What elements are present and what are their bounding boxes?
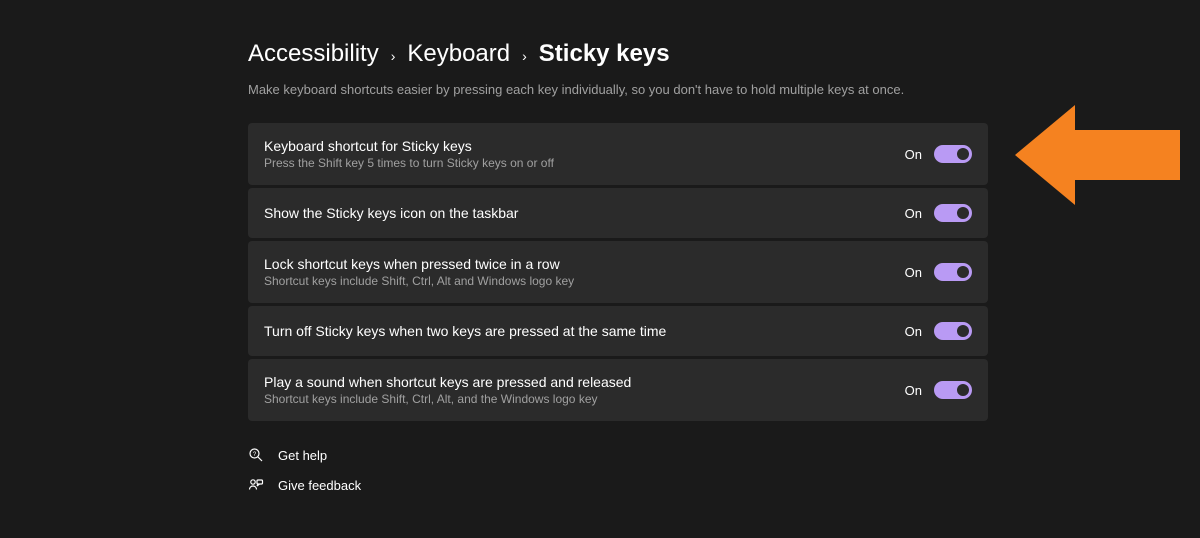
breadcrumb: Accessibility › Keyboard › Sticky keys	[248, 40, 1200, 68]
toggle-group: On	[905, 322, 972, 340]
footer-links: ? Get help Give feedback	[248, 447, 1200, 493]
settings-page: Accessibility › Keyboard › Sticky keys M…	[0, 0, 1200, 493]
setting-text: Show the Sticky keys icon on the taskbar	[264, 205, 518, 221]
settings-list: Keyboard shortcut for Sticky keys Press …	[248, 123, 988, 421]
toggle-state-label: On	[905, 265, 922, 280]
toggle-lock-shortcut-keys[interactable]	[934, 263, 972, 281]
breadcrumb-keyboard[interactable]: Keyboard	[407, 40, 510, 68]
setting-text: Turn off Sticky keys when two keys are p…	[264, 323, 666, 339]
setting-keyboard-shortcut: Keyboard shortcut for Sticky keys Press …	[248, 123, 988, 185]
chevron-right-icon: ›	[522, 48, 527, 64]
toggle-state-label: On	[905, 206, 922, 221]
page-description: Make keyboard shortcuts easier by pressi…	[248, 82, 1200, 97]
setting-title: Lock shortcut keys when pressed twice in…	[264, 256, 574, 272]
toggle-play-sound[interactable]	[934, 381, 972, 399]
setting-title: Play a sound when shortcut keys are pres…	[264, 374, 631, 390]
toggle-group: On	[905, 145, 972, 163]
setting-text: Lock shortcut keys when pressed twice in…	[264, 256, 574, 288]
setting-title: Show the Sticky keys icon on the taskbar	[264, 205, 518, 221]
toggle-thumb	[957, 266, 969, 278]
setting-subtitle: Shortcut keys include Shift, Ctrl, Alt a…	[264, 274, 574, 288]
setting-title: Turn off Sticky keys when two keys are p…	[264, 323, 666, 339]
setting-lock-shortcut-keys: Lock shortcut keys when pressed twice in…	[248, 241, 988, 303]
toggle-group: On	[905, 263, 972, 281]
setting-show-taskbar-icon: Show the Sticky keys icon on the taskbar…	[248, 188, 988, 238]
setting-subtitle: Shortcut keys include Shift, Ctrl, Alt, …	[264, 392, 631, 406]
breadcrumb-accessibility[interactable]: Accessibility	[248, 40, 379, 68]
get-help-label: Get help	[278, 448, 327, 463]
toggle-thumb	[957, 148, 969, 160]
toggle-state-label: On	[905, 147, 922, 162]
toggle-group: On	[905, 381, 972, 399]
toggle-thumb	[957, 384, 969, 396]
toggle-thumb	[957, 325, 969, 337]
setting-subtitle: Press the Shift key 5 times to turn Stic…	[264, 156, 554, 170]
setting-text: Play a sound when shortcut keys are pres…	[264, 374, 631, 406]
toggle-show-taskbar-icon[interactable]	[934, 204, 972, 222]
setting-text: Keyboard shortcut for Sticky keys Press …	[264, 138, 554, 170]
setting-play-sound: Play a sound when shortcut keys are pres…	[248, 359, 988, 421]
setting-turn-off-two-keys: Turn off Sticky keys when two keys are p…	[248, 306, 988, 356]
toggle-turn-off-two-keys[interactable]	[934, 322, 972, 340]
toggle-state-label: On	[905, 383, 922, 398]
chevron-right-icon: ›	[391, 48, 396, 64]
setting-title: Keyboard shortcut for Sticky keys	[264, 138, 554, 154]
feedback-icon	[248, 477, 264, 493]
toggle-thumb	[957, 207, 969, 219]
help-icon: ?	[248, 447, 264, 463]
toggle-keyboard-shortcut[interactable]	[934, 145, 972, 163]
give-feedback-label: Give feedback	[278, 478, 361, 493]
toggle-group: On	[905, 204, 972, 222]
give-feedback-link[interactable]: Give feedback	[248, 477, 1200, 493]
get-help-link[interactable]: ? Get help	[248, 447, 1200, 463]
toggle-state-label: On	[905, 324, 922, 339]
breadcrumb-current: Sticky keys	[539, 40, 670, 68]
